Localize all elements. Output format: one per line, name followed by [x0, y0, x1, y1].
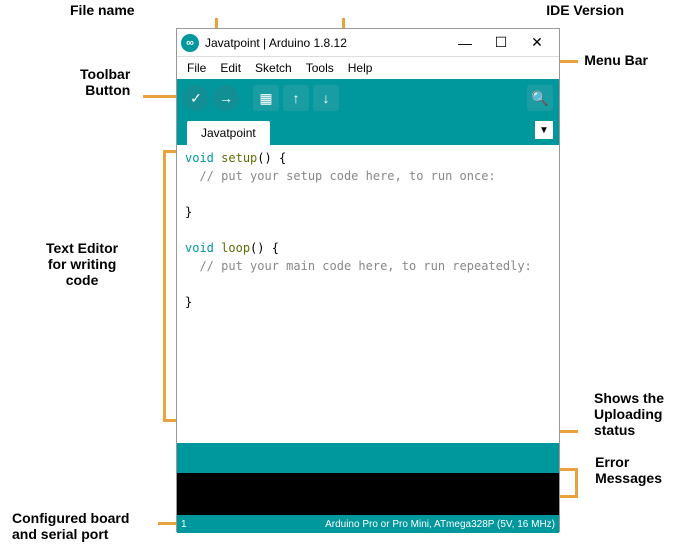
code-keyword: void [185, 151, 214, 165]
annotation-upload-status: Shows the Uploading status [594, 390, 664, 438]
arrow-up-icon: ↑ [293, 90, 300, 106]
callout-line [143, 95, 179, 98]
verify-button[interactable]: ✓ [183, 85, 209, 111]
status-bar [177, 443, 559, 473]
menu-sketch[interactable]: Sketch [249, 59, 298, 77]
callout-line [163, 150, 177, 422]
code-text: } [185, 295, 192, 309]
annotation-board-port: Configured board and serial port [12, 510, 129, 542]
annotation-error-messages: Error Messages [595, 454, 662, 486]
open-button[interactable]: ↑ [283, 85, 309, 111]
tab-dropdown-button[interactable]: ▼ [535, 121, 553, 139]
code-text: () { [250, 241, 279, 255]
code-function: loop [221, 241, 250, 255]
menu-file[interactable]: File [181, 59, 212, 77]
menubar: File Edit Sketch Tools Help [177, 57, 559, 79]
arrow-right-icon: → [219, 90, 233, 106]
callout-line [558, 430, 578, 433]
menu-tools[interactable]: Tools [300, 59, 340, 77]
tab-bar: Javatpoint ▼ [177, 117, 559, 145]
code-keyword: void [185, 241, 214, 255]
code-comment: // put your main code here, to run repea… [185, 259, 532, 273]
annotation-ide-version: IDE Version [546, 2, 624, 18]
code-text: () { [257, 151, 286, 165]
board-info: Arduino Pro or Pro Mini, ATmega328P (5V,… [325, 519, 555, 530]
minimize-button[interactable]: — [447, 31, 483, 55]
save-button[interactable]: ↓ [313, 85, 339, 111]
ide-window: Javatpoint | Arduino 1.8.12 — ☐ ✕ File E… [176, 28, 560, 532]
new-button[interactable]: ▦ [253, 85, 279, 111]
magnifier-icon: 🔍 [531, 90, 548, 107]
file-icon: ▦ [259, 90, 272, 107]
sketch-tab[interactable]: Javatpoint [187, 121, 270, 145]
titlebar[interactable]: Javatpoint | Arduino 1.8.12 — ☐ ✕ [177, 29, 559, 57]
close-button[interactable]: ✕ [519, 31, 555, 55]
chevron-down-icon: ▼ [539, 125, 549, 136]
annotation-menubar: Menu Bar [584, 52, 648, 68]
serial-monitor-button[interactable]: 🔍 [527, 85, 553, 111]
menu-edit[interactable]: Edit [214, 59, 247, 77]
arrow-down-icon: ↓ [323, 90, 330, 106]
maximize-button[interactable]: ☐ [483, 31, 519, 55]
annotation-text-editor: Text Editor for writing code [46, 240, 118, 288]
upload-button[interactable]: → [213, 85, 239, 111]
code-text: } [185, 205, 192, 219]
code-function: setup [221, 151, 257, 165]
callout-line [558, 468, 578, 498]
annotation-toolbar: Toolbar Button [80, 66, 130, 98]
window-title: Javatpoint | Arduino 1.8.12 [205, 36, 447, 50]
callout-line [158, 522, 178, 525]
annotation-filename: File name [70, 2, 135, 18]
line-number: 1 [181, 519, 187, 530]
check-icon: ✓ [190, 90, 202, 107]
toolbar: ✓ → ▦ ↑ ↓ 🔍 [177, 79, 559, 117]
footer-bar: 1 Arduino Pro or Pro Mini, ATmega328P (5… [177, 515, 559, 533]
menu-help[interactable]: Help [342, 59, 379, 77]
code-comment: // put your setup code here, to run once… [185, 169, 496, 183]
arduino-logo-icon [181, 34, 199, 52]
code-editor[interactable]: void setup() { // put your setup code he… [177, 145, 559, 443]
error-console[interactable] [177, 473, 559, 515]
